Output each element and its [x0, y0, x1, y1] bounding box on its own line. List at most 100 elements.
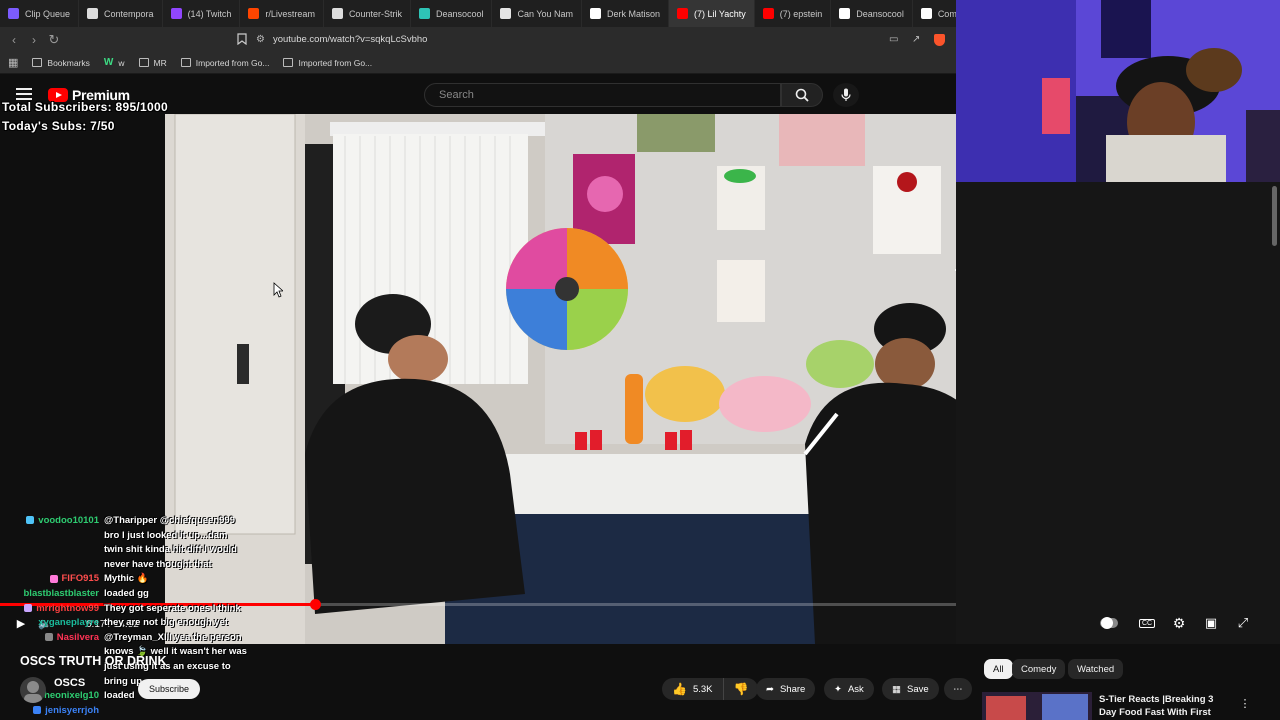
browser-tab[interactable]: Can You Nam — [492, 0, 583, 27]
chat-username-text: voodoo10101 — [38, 515, 99, 526]
chat-message-text: They got seperate ones I think — [104, 602, 241, 614]
more-actions-button[interactable]: ⋯ — [944, 678, 972, 700]
tab-favicon-icon — [87, 8, 99, 19]
reload-icon[interactable]: ↻ — [44, 30, 64, 50]
share-button[interactable]: ➦ Share — [756, 678, 816, 700]
chat-username[interactable] — [0, 675, 104, 690]
scrollbar[interactable] — [1272, 186, 1277, 246]
dislike-button[interactable]: 👎 — [724, 678, 759, 700]
subscribe-button[interactable]: Subscribe — [138, 679, 200, 699]
bookmark-item[interactable]: Imported from Go... — [180, 57, 270, 68]
recommendation-title[interactable]: S-Tier Reacts |Breaking 3 Day Food Fast … — [1099, 693, 1229, 720]
tab-label: Contempora — [104, 8, 154, 19]
ask-button[interactable]: ✦ Ask — [824, 678, 874, 700]
tab-label: Derk Matison — [607, 8, 661, 19]
bookmark-item[interactable]: Bookmarks — [32, 58, 90, 68]
recommendation-menu-icon[interactable]: ⋮ — [1236, 694, 1254, 712]
voice-search-button[interactable] — [833, 83, 859, 107]
bookmark-label: Imported from Go... — [195, 57, 270, 68]
bookmark-item[interactable]: Ww — [104, 57, 125, 68]
chat-username[interactable]: xyganeplayre — [0, 616, 104, 631]
chip-watched[interactable]: Watched — [1068, 659, 1124, 679]
chip-all[interactable]: All — [984, 659, 1013, 679]
folder-icon — [283, 58, 294, 67]
bookmark-star-icon[interactable] — [232, 29, 252, 49]
chat-username-text: xyganeplayre — [38, 617, 99, 629]
browser-tab[interactable]: Derk Matison — [582, 0, 670, 27]
chat-message-text: bro I just looked it up...dam — [104, 529, 228, 541]
captions-icon[interactable]: CC — [1138, 614, 1156, 632]
url-text[interactable]: youtube.com/watch?v=sqkqLcSvbho — [273, 34, 427, 45]
browser-tab[interactable]: (7) epstein — [755, 0, 832, 27]
browser-tab[interactable]: Counter-Strik — [324, 0, 411, 27]
browser-tab[interactable]: Deansocool — [411, 0, 493, 27]
chat-username[interactable]: FIFO915 — [0, 572, 104, 587]
chat-username[interactable]: voodoo10101 — [0, 514, 104, 529]
site-info-icon[interactable]: ⚙ — [256, 34, 265, 45]
browser-tab[interactable]: (14) Twitch — [163, 0, 241, 27]
browser-tab[interactable]: Clip Queue — [0, 0, 80, 27]
browser-tab[interactable]: Deansocool — [831, 0, 913, 27]
fullscreen-icon[interactable]: ⤢ — [1234, 614, 1252, 632]
chat-message: twin shit kinda hit diff I would — [0, 543, 270, 558]
tab-favicon-icon — [920, 8, 932, 19]
forward-icon[interactable]: › — [24, 30, 44, 50]
share-page-icon[interactable]: ↗ — [912, 34, 920, 45]
search-placeholder: Search — [439, 89, 474, 101]
chat-username[interactable] — [0, 558, 104, 573]
chat-username-text: pheonixelg10 — [38, 690, 99, 702]
chat-username[interactable]: pheonixelg10 — [0, 689, 104, 704]
mouse-cursor-icon — [273, 282, 283, 298]
search-button[interactable] — [781, 83, 823, 107]
browser-tab[interactable]: Complex — [913, 0, 956, 27]
browser-tab[interactable]: r/Livestream — [240, 0, 324, 27]
chat-username[interactable]: blastblastblaster — [0, 587, 104, 602]
apps-grid-icon[interactable]: ▦ — [8, 56, 18, 69]
tab-label: Complex — [937, 8, 956, 19]
back-icon[interactable]: ‹ — [4, 30, 24, 50]
brave-shield-icon[interactable] — [934, 33, 945, 46]
screen: Clip Queue Contempora (14) Twitch r/Livestr… — [0, 0, 1280, 720]
video-player[interactable] — [165, 114, 956, 644]
mr-icon — [138, 58, 149, 67]
tab-favicon-icon — [677, 8, 689, 19]
chat-message: bro I just looked it up...dam — [0, 529, 270, 544]
tab-label: Deansocool — [435, 8, 484, 19]
screen-cast-icon[interactable]: ▭ — [889, 34, 898, 45]
bookmark-item[interactable]: Imported from Go... — [283, 58, 372, 68]
chat-username[interactable]: jenisyerrjoh — [0, 704, 104, 719]
chat-username-text: mrrightnow99 — [36, 602, 99, 614]
chat-message-text: @Tharipper @chiefqueen999 — [104, 515, 235, 526]
tab-favicon-icon — [170, 8, 182, 19]
ask-label: Ask — [847, 683, 864, 695]
menu-icon[interactable] — [16, 88, 32, 100]
tab-label: (7) epstein — [779, 8, 823, 19]
channel-name[interactable]: OSCS — [54, 677, 85, 689]
bookmark-item[interactable]: MR — [138, 58, 167, 68]
recommendation-thumbnail[interactable] — [982, 692, 1092, 720]
settings-icon[interactable]: ⚙ — [1170, 614, 1188, 632]
like-button[interactable]: 👍 5.3K — [662, 678, 724, 700]
browser-tab[interactable]: (7) Lil Yachty — [669, 0, 755, 27]
search-input[interactable]: Search — [424, 83, 781, 107]
chat-username[interactable] — [0, 543, 104, 558]
chat-message-text: never have thought that — [104, 558, 212, 570]
chat-username-text: FIFO915 — [61, 573, 100, 585]
chat-message: voodoo10101 @Tharipper @chiefqueen999 — [0, 514, 270, 529]
browser-tab[interactable]: Contempora — [79, 0, 163, 27]
like-dislike-group: 👍 5.3K 👎 — [662, 678, 759, 700]
chat-username[interactable]: Nasilvera — [0, 631, 104, 646]
chip-comedy[interactable]: Comedy — [1012, 659, 1066, 679]
chat-username[interactable]: mrrightnow99 — [0, 602, 104, 617]
channel-avatar[interactable] — [20, 677, 46, 703]
chat-username-text: Nasilvera — [56, 631, 99, 643]
chat-username[interactable] — [0, 529, 104, 544]
chat-badge-icon — [24, 604, 33, 613]
autoplay-toggle[interactable] — [1100, 614, 1118, 632]
microphone-icon — [841, 88, 851, 101]
w-icon: W — [103, 57, 114, 68]
chat-message-text: @Treyman_XIII yea the person — [104, 631, 242, 643]
miniplayer-icon[interactable]: ▣ — [1202, 614, 1220, 632]
address-bar[interactable]: ⚙ youtube.com/watch?v=sqkqLcSvbho ▭ ↗ — [256, 30, 946, 49]
save-button[interactable]: ▦ Save — [882, 678, 939, 700]
